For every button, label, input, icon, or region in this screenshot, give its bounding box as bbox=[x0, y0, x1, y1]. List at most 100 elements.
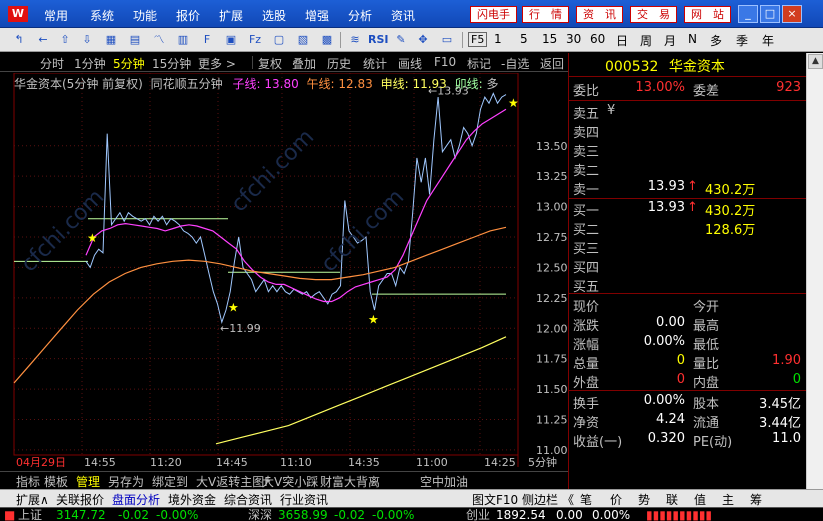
back-icon[interactable]: ↰ bbox=[10, 31, 28, 49]
menu-item-system[interactable]: 系统 bbox=[90, 7, 114, 24]
indicator-tab-1[interactable]: 模板 bbox=[44, 473, 68, 490]
indicator-tab-7[interactable]: 财富大背离 bbox=[320, 473, 380, 490]
lower-right-5[interactable]: 势 bbox=[638, 491, 650, 508]
fz-icon[interactable]: Fz bbox=[246, 31, 264, 49]
menu-item-common[interactable]: 常用 bbox=[44, 7, 68, 24]
period-n-button[interactable]: N bbox=[688, 32, 697, 46]
yen-icon: ¥ bbox=[607, 103, 616, 118]
indicator-tab-0[interactable]: 指标 bbox=[16, 473, 40, 490]
quote-scrollbar[interactable]: ▲ ▼ bbox=[806, 53, 823, 508]
lower-right-7[interactable]: 值 bbox=[694, 491, 706, 508]
stats-button[interactable]: 统计 bbox=[363, 55, 387, 72]
stat2-label-2: 股本 bbox=[693, 397, 720, 412]
period-week-button[interactable]: 周 bbox=[640, 32, 652, 49]
sh-label: 上证 bbox=[18, 508, 43, 521]
close-button[interactable]: × bbox=[782, 5, 802, 23]
minimize-button[interactable]: _ bbox=[738, 5, 758, 23]
scroll-up-icon[interactable]: ▲ bbox=[808, 54, 823, 69]
y-tick-label: 12.00 bbox=[536, 322, 568, 335]
indicator-tab-6[interactable]: 大V突小踩 bbox=[262, 473, 318, 490]
lower-tab-1[interactable]: 关联报价 bbox=[56, 491, 104, 508]
indicator-tab-8[interactable]: 空中加油 bbox=[420, 473, 468, 490]
buy-row-2: 买二 128.6万 bbox=[573, 219, 803, 238]
stat-row: 总量 0 量比 1.90 bbox=[573, 353, 803, 372]
f5-button[interactable]: F5 bbox=[468, 32, 488, 47]
lower-right-3[interactable]: 笔 bbox=[580, 491, 592, 508]
menu-item-news[interactable]: 资讯 bbox=[391, 7, 415, 24]
tab-more[interactable]: 更多 > bbox=[198, 55, 236, 72]
compare-icon[interactable]: ▧ bbox=[294, 31, 312, 49]
report-icon[interactable]: ▣ bbox=[222, 31, 240, 49]
line-chart-icon[interactable]: 〽 bbox=[150, 31, 168, 49]
website-button[interactable]: 网 站 bbox=[684, 6, 731, 23]
mark-button[interactable]: 标记 bbox=[467, 55, 491, 72]
tab-5min[interactable]: 5分钟 bbox=[113, 55, 145, 72]
lower-right-6[interactable]: 联 bbox=[666, 491, 678, 508]
lower-right-1[interactable]: 侧边栏 bbox=[522, 491, 558, 508]
maximize-button[interactable]: □ bbox=[760, 5, 780, 23]
restore-right-button[interactable]: 复权 bbox=[258, 55, 282, 72]
down-arrow-icon[interactable]: ⇩ bbox=[78, 31, 96, 49]
stat2-row: 净资 4.24 流通 3.44亿 bbox=[573, 412, 803, 431]
f10-button[interactable]: F10 bbox=[434, 55, 456, 69]
period-60-button[interactable]: 60 bbox=[590, 32, 605, 46]
lower-tab-0[interactable]: 扩展∧ bbox=[16, 491, 49, 508]
x-tick-label: 14:25 bbox=[484, 456, 516, 467]
news-button[interactable]: 资 讯 bbox=[576, 6, 623, 23]
indicator-tab-5[interactable]: 大V返转主图F bbox=[196, 473, 271, 490]
menu-item-function[interactable]: 功能 bbox=[133, 7, 157, 24]
period-1-button[interactable]: 1 bbox=[494, 32, 502, 46]
menu-item-select-stock[interactable]: 选股 bbox=[262, 7, 286, 24]
lower-tab-5[interactable]: 行业资讯 bbox=[280, 491, 328, 508]
tab-timeshare[interactable]: 分时 bbox=[40, 55, 64, 72]
multi-chart-icon[interactable]: ▩ bbox=[318, 31, 336, 49]
trade-button[interactable]: 交 易 bbox=[630, 6, 677, 23]
lower-right-4[interactable]: 价 bbox=[610, 491, 622, 508]
indicator-tab-3[interactable]: 另存为 bbox=[108, 473, 144, 490]
table-icon[interactable]: ▤ bbox=[126, 31, 144, 49]
indicator-tab-4[interactable]: 绑定到 bbox=[152, 473, 188, 490]
tab-1min[interactable]: 1分钟 bbox=[74, 55, 106, 72]
self-select-button[interactable]: -自选 bbox=[501, 55, 529, 72]
history-button[interactable]: 历史 bbox=[327, 55, 351, 72]
up-arrow-icon[interactable]: ⇧ bbox=[56, 31, 74, 49]
draw-line-button[interactable]: 画线 bbox=[398, 55, 422, 72]
f10-icon[interactable]: F bbox=[198, 31, 216, 49]
doc-icon[interactable]: ▢ bbox=[270, 31, 288, 49]
tab-15min[interactable]: 15分钟 bbox=[152, 55, 191, 72]
menu-item-enhance[interactable]: 增强 bbox=[305, 7, 329, 24]
kline-chart[interactable]: 13.50 13.25 13.00 12.75 12.50 12.25 12.00 11.75… bbox=[0, 72, 679, 469]
left-arrow-icon[interactable]: ← bbox=[34, 31, 52, 49]
return-button[interactable]: 返回 bbox=[540, 55, 564, 72]
overlay-button[interactable]: 叠加 bbox=[292, 55, 316, 72]
menu-item-extend[interactable]: 扩展 bbox=[219, 7, 243, 24]
period-year-button[interactable]: 年 bbox=[762, 32, 774, 49]
window-icon[interactable]: ▭ bbox=[438, 31, 456, 49]
period-day-button[interactable]: 日 bbox=[616, 32, 628, 49]
trend-icon[interactable]: ≋ bbox=[346, 31, 364, 49]
lower-right-0[interactable]: 图文F10 bbox=[472, 491, 518, 508]
market-button[interactable]: 行 情 bbox=[522, 6, 569, 23]
grid-icon[interactable]: ▦ bbox=[102, 31, 120, 49]
stat2-label: 换手 bbox=[573, 397, 600, 412]
move-icon[interactable]: ✥ bbox=[414, 31, 432, 49]
period-month-button[interactable]: 月 bbox=[664, 32, 676, 49]
pencil-icon[interactable]: ✎ bbox=[392, 31, 410, 49]
period-5-button[interactable]: 5 bbox=[520, 32, 528, 46]
lower-right-8[interactable]: 主 bbox=[722, 491, 734, 508]
bar-chart-icon[interactable]: ▥ bbox=[174, 31, 192, 49]
rsi-icon[interactable]: RSI bbox=[368, 31, 389, 49]
period-quarter-button[interactable]: 季 bbox=[736, 32, 748, 49]
lower-tab-3[interactable]: 境外资金 bbox=[168, 491, 216, 508]
lower-tab-2[interactable]: 盘面分析 bbox=[112, 491, 160, 508]
lower-tab-4[interactable]: 综合资讯 bbox=[224, 491, 272, 508]
lower-right-9[interactable]: 筹 bbox=[750, 491, 762, 508]
menu-item-analysis[interactable]: 分析 bbox=[348, 7, 372, 24]
period-15-button[interactable]: 15 bbox=[542, 32, 557, 46]
flash-trade-button[interactable]: 闪电手 bbox=[470, 6, 517, 23]
period-multi-button[interactable]: 多 bbox=[710, 32, 722, 49]
lower-right-2[interactable]: 《 bbox=[562, 491, 574, 508]
menu-item-quote[interactable]: 报价 bbox=[176, 7, 200, 24]
indicator-tab-2[interactable]: 管理 bbox=[76, 473, 100, 490]
period-30-button[interactable]: 30 bbox=[566, 32, 581, 46]
